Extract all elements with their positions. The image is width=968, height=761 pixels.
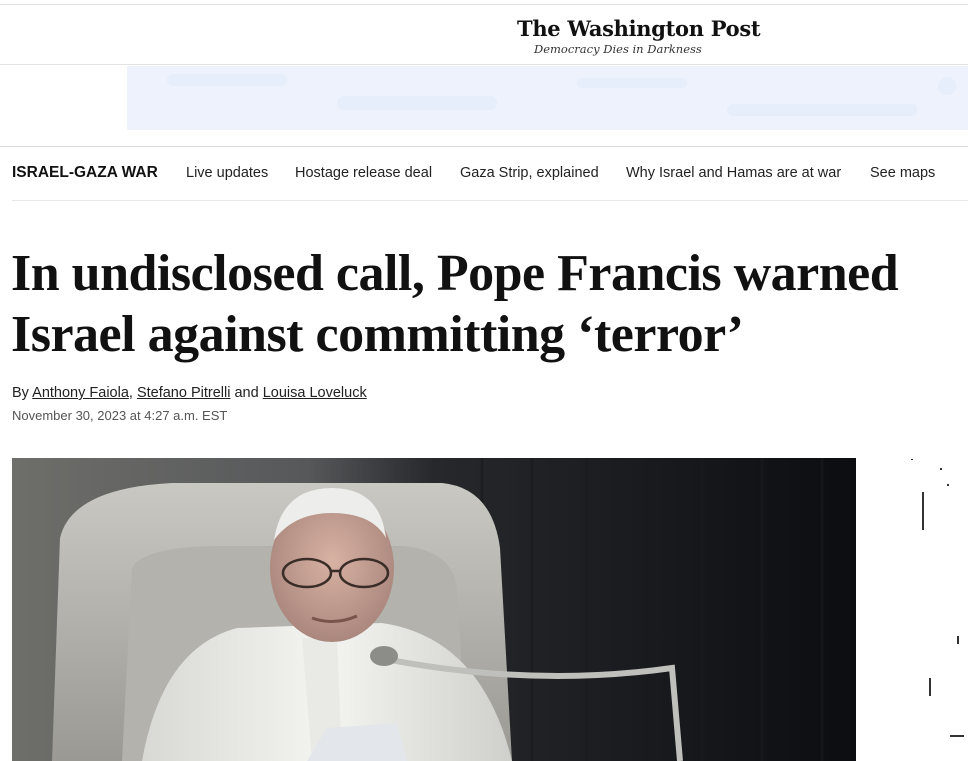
article-byline: By Anthony Faiola, Stefano Pitrelli and … (12, 385, 367, 401)
page-speck (922, 492, 924, 530)
page-speck (950, 735, 964, 737)
author-link[interactable]: Louisa Loveluck (263, 385, 367, 401)
page-speck (957, 636, 959, 644)
lead-photo-illustration (12, 458, 856, 761)
ad-placeholder-graphic (167, 74, 956, 116)
page-speck (929, 678, 931, 696)
subnav-title[interactable]: ISRAEL-GAZA WAR (12, 164, 158, 182)
byline-prefix: By (12, 385, 33, 401)
author-link[interactable]: Stefano Pitrelli (137, 385, 231, 401)
page-speck (911, 459, 913, 460)
article-headline: In undisclosed call, Pope Francis warned… (11, 245, 899, 363)
page-speck (940, 468, 942, 470)
lead-photo[interactable] (12, 458, 856, 761)
page-speck (947, 484, 949, 486)
byline-separator: , (128, 385, 137, 401)
topic-subnav: ISRAEL-GAZA WAR Live updates Hostage rel… (0, 147, 968, 200)
author-link[interactable]: Anthony Faiola (32, 385, 129, 401)
byline-separator: and (230, 385, 263, 401)
masthead: The Washington Post Democracy Dies in Da… (0, 5, 968, 65)
subnav-link-live-updates[interactable]: Live updates (186, 165, 268, 181)
nav-bottom-divider (12, 200, 968, 201)
site-tagline: Democracy Dies in Darkness (534, 42, 702, 56)
site-logo[interactable]: The Washington Post (517, 16, 761, 41)
subnav-link-why-war[interactable]: Why Israel and Hamas are at war (626, 165, 841, 181)
subnav-link-see-maps[interactable]: See maps (870, 165, 935, 181)
masthead-divider (0, 64, 968, 65)
subnav-link-gaza-explained[interactable]: Gaza Strip, explained (460, 165, 599, 181)
article-timestamp: November 30, 2023 at 4:27 a.m. EST (12, 408, 228, 423)
ad-banner[interactable] (127, 66, 968, 130)
subnav-link-hostage-deal[interactable]: Hostage release deal (295, 165, 432, 181)
